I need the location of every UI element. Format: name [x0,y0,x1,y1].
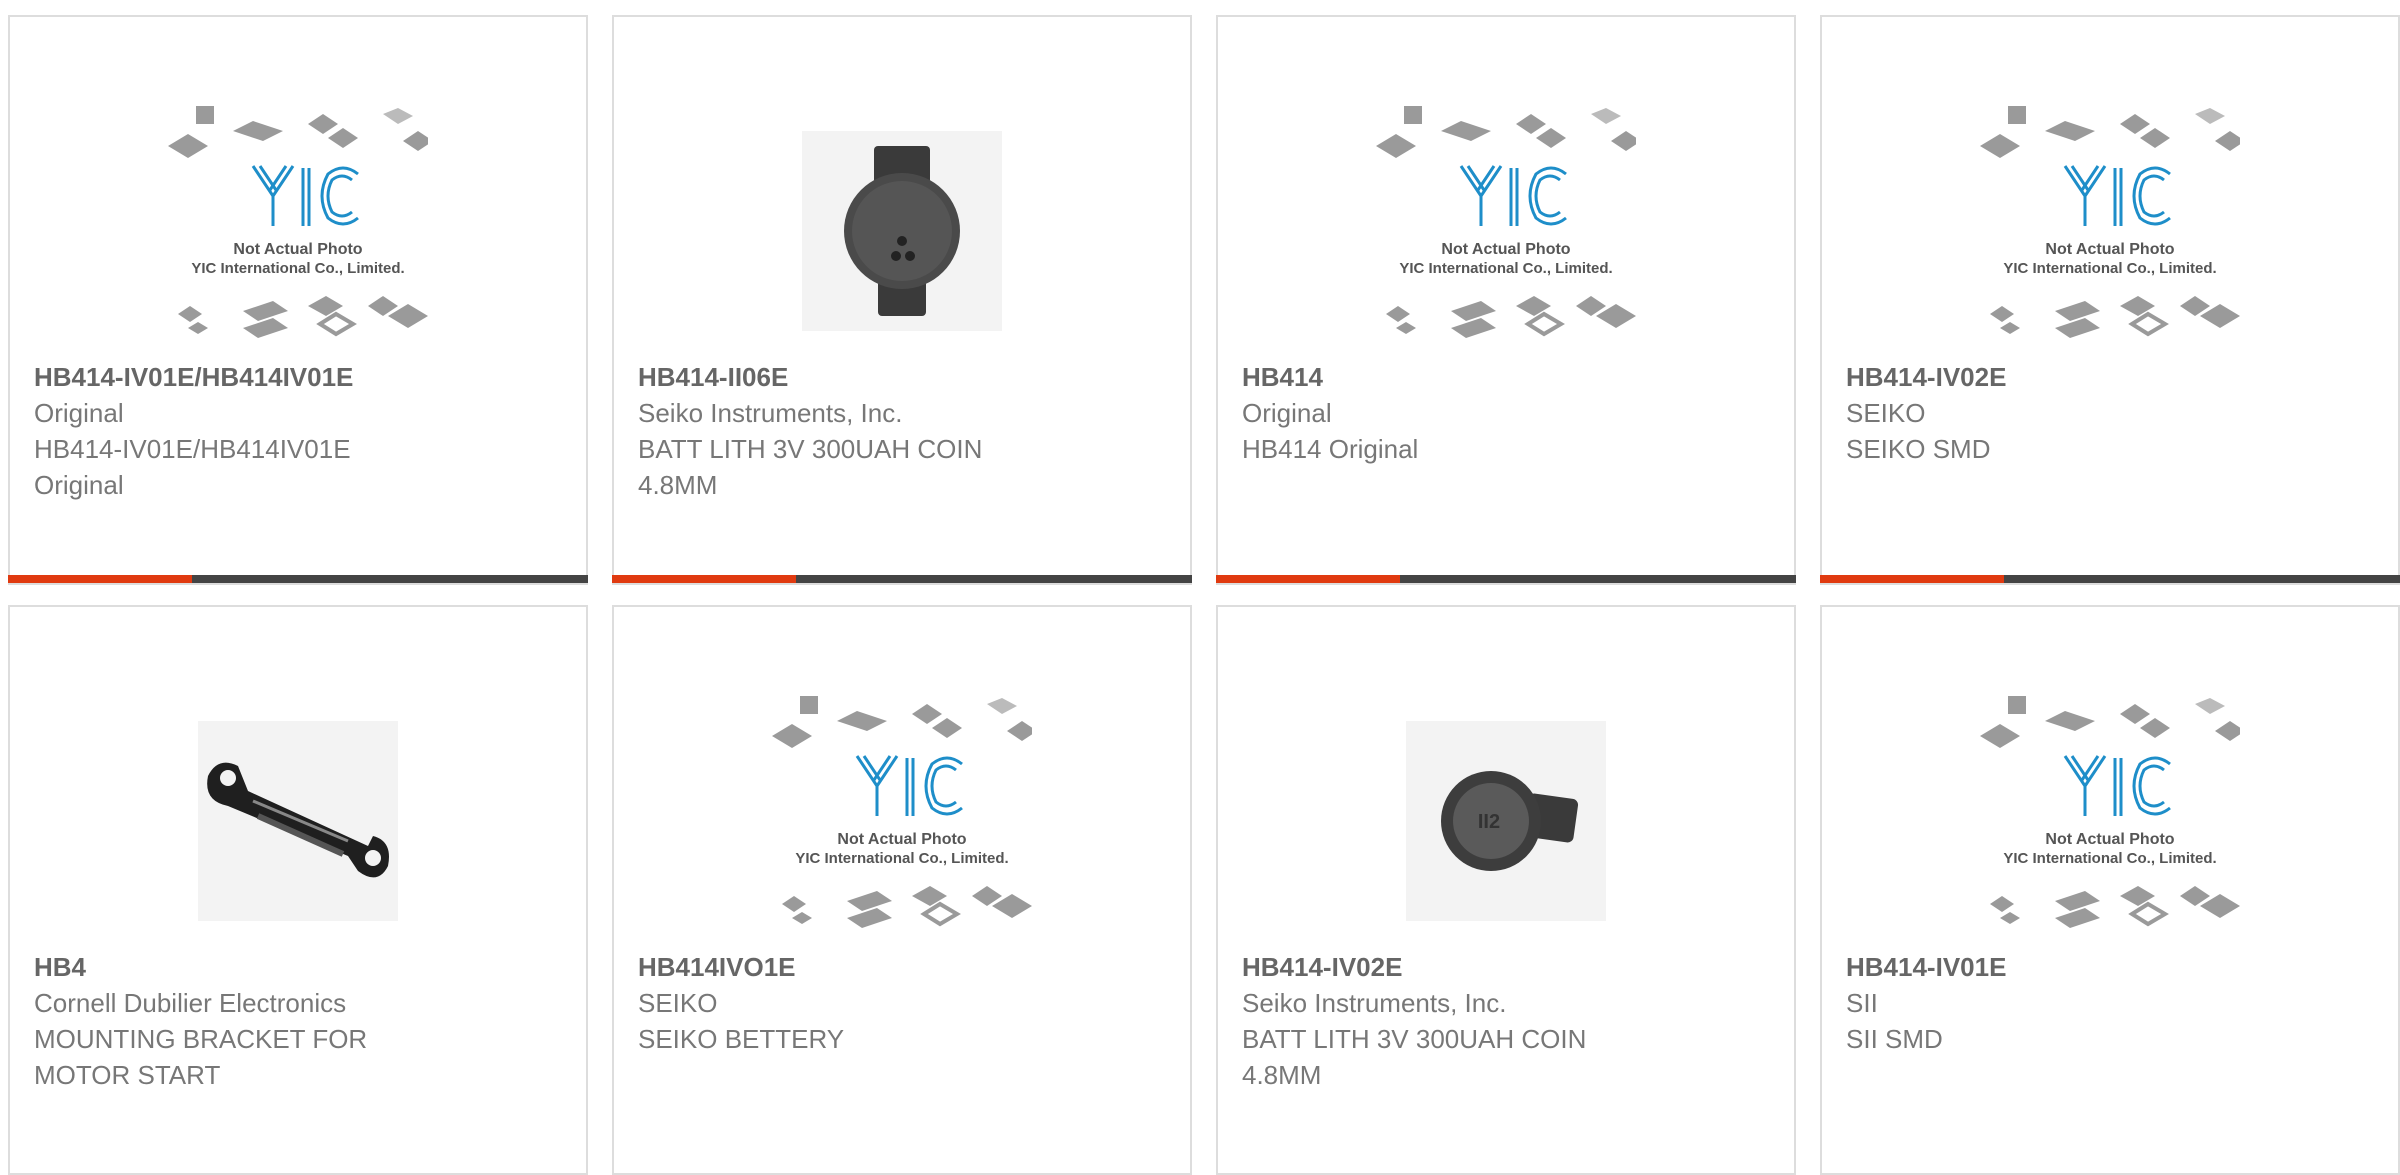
product-image[interactable]: Not Actual Photo YIC International Co., … [10,95,586,367]
part-number-link[interactable]: HB414-IV01E/HB414IV01E [34,359,562,395]
manufacturer: SII [1846,988,1878,1018]
product-info: HB414IVO1E SEIKO SEIKO BETTERY [638,949,1166,1057]
description: BATT LITH 3V 300UAH COIN 4.8MM [638,434,983,500]
placeholder-image: Not Actual Photo YIC International Co., … [1376,106,1636,338]
product-card[interactable]: Not Actual Photo YIC International Co., … [612,605,1192,1175]
product-image[interactable]: Not Actual Photo YIC International Co., … [1822,95,2398,367]
part-number-link[interactable]: HB414IVO1E [638,949,1166,985]
product-image[interactable] [10,685,586,957]
part-number-link[interactable]: HB414-IV02E [1242,949,1770,985]
placeholder-image: Not Actual Photo YIC International Co., … [772,696,1032,928]
manufacturer: SEIKO [1846,398,1926,428]
description: SEIKO BETTERY [638,1024,845,1054]
placeholder-line1: Not Actual Photo [233,241,362,258]
placeholder-line1: Not Actual Photo [2045,241,2174,258]
product-info: HB414-IV02E SEIKO SEIKO SMD [1846,359,2374,467]
placeholder-line2: YIC International Co., Limited. [191,260,404,277]
product-image[interactable]: Not Actual Photo YIC International Co., … [1822,685,2398,957]
product-grid: Not Actual Photo YIC International Co., … [8,15,2400,1175]
product-card[interactable]: Not Actual Photo YIC International Co., … [8,15,588,585]
manufacturer: Seiko Instruments, Inc. [638,398,903,428]
product-image[interactable]: Not Actual Photo YIC International Co., … [1218,95,1794,367]
placeholder-line1: Not Actual Photo [2045,831,2174,848]
product-card[interactable]: Not Actual Photo YIC International Co., … [1216,15,1796,585]
manufacturer: Original [1242,398,1332,428]
description: BATT LITH 3V 300UAH COIN 4.8MM [1242,1024,1587,1090]
description: SII SMD [1846,1024,1943,1054]
card-bottom-bar [1216,575,1796,583]
coin-cell-icon [844,146,960,316]
manufacturer: Cornell Dubilier Electronics [34,988,347,1018]
product-photo: II2 [1406,721,1606,921]
product-image[interactable]: II2 [1218,685,1794,957]
card-accent-bar [1216,575,1400,583]
product-info: HB4 Cornell Dubilier Electronics MOUNTING … [34,949,562,1093]
product-image[interactable] [614,95,1190,367]
placeholder-line1: Not Actual Photo [1441,241,1570,258]
card-bottom-bar [1820,575,2400,583]
description: HB414-IV01E/HB414IV01E Original [34,434,351,500]
product-info: HB414 Original HB414 Original [1242,359,1770,467]
part-number-link[interactable]: HB414-IV01E [1846,949,2374,985]
svg-text:II2: II2 [1478,811,1500,833]
product-card[interactable]: II2 HB414-IV02E Seiko Instruments, Inc. BAT… [1216,605,1796,1175]
product-info: HB414-IV01E SII SII SMD [1846,949,2374,1057]
placeholder-image: Not Actual Photo YIC International Co., … [168,106,428,338]
card-accent-bar [8,575,192,583]
description: SEIKO SMD [1846,434,1991,464]
product-card[interactable]: HB4 Cornell Dubilier Electronics MOUNTING … [8,605,588,1175]
bracket-icon [207,762,389,878]
product-card[interactable]: HB414-II06E Seiko Instruments, Inc. BATT L… [612,15,1192,585]
manufacturer: SEIKO [638,988,718,1018]
card-bottom-bar [612,575,1192,583]
product-card[interactable]: Not Actual Photo YIC International Co., … [1820,15,2400,585]
manufacturer: Seiko Instruments, Inc. [1242,988,1507,1018]
description: HB414 Original [1242,434,1419,464]
card-bottom-bar [8,575,588,583]
product-photo [198,721,398,921]
product-info: HB414-IV02E Seiko Instruments, Inc. BATT L… [1242,949,1770,1093]
description: MOUNTING BRACKET FOR MOTOR START [34,1024,368,1090]
product-photo [802,131,1002,331]
placeholder-line2: YIC International Co., Limited. [2003,850,2216,867]
placeholder-line2: YIC International Co., Limited. [795,850,1008,867]
placeholder-line1: Not Actual Photo [837,831,966,848]
part-number-link[interactable]: HB4 [34,949,562,985]
product-image[interactable]: Not Actual Photo YIC International Co., … [614,685,1190,957]
card-accent-bar [612,575,796,583]
part-number-link[interactable]: HB414 [1242,359,1770,395]
product-card[interactable]: Not Actual Photo YIC International Co., … [1820,605,2400,1175]
part-number-link[interactable]: HB414-IV02E [1846,359,2374,395]
product-info: HB414-IV01E/HB414IV01E Original HB414-IV01… [34,359,562,503]
product-info: HB414-II06E Seiko Instruments, Inc. BATT L… [638,359,1166,503]
part-number-link[interactable]: HB414-II06E [638,359,1166,395]
placeholder-image: Not Actual Photo YIC International Co., … [1980,106,2240,338]
coin-cell-icon: II2 [1441,771,1579,871]
placeholder-image: Not Actual Photo YIC International Co., … [1980,696,2240,928]
placeholder-line2: YIC International Co., Limited. [1399,260,1612,277]
card-accent-bar [1820,575,2004,583]
placeholder-line2: YIC International Co., Limited. [2003,260,2216,277]
manufacturer: Original [34,398,124,428]
